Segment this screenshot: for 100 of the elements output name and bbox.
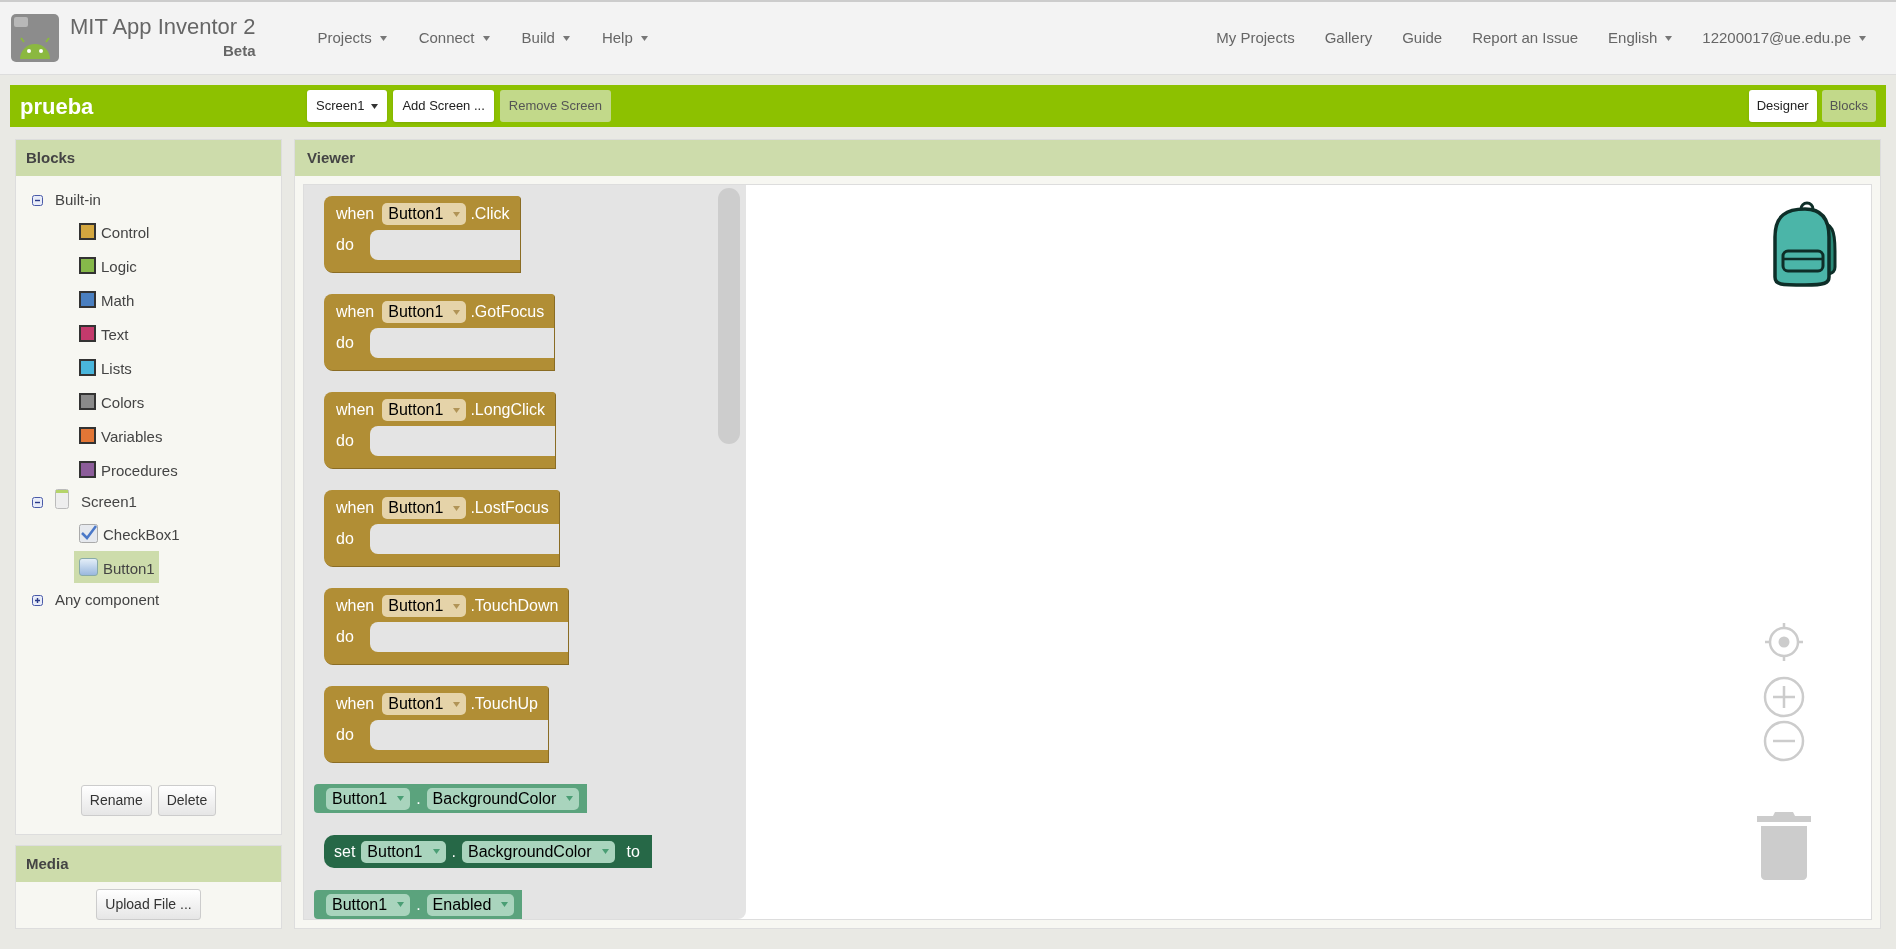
setter-block[interactable]: set Button1 . BackgroundColor to <box>324 835 652 868</box>
caret-icon <box>566 796 574 801</box>
tree-item[interactable]: Button1 <box>74 551 159 583</box>
tree-item[interactable]: Any component <box>55 588 160 612</box>
tree-label: Text <box>101 324 129 345</box>
tree-item[interactable]: Control <box>74 215 154 247</box>
component-dropdown[interactable]: Button1 <box>382 595 467 617</box>
app-subtitle: Beta <box>222 40 256 61</box>
caret-icon <box>482 35 490 41</box>
nav-link[interactable]: My Projects <box>1216 26 1295 50</box>
tree-label: Logic <box>101 256 137 277</box>
menu-button[interactable]: Build <box>521 26 570 50</box>
block-keyword: do <box>335 627 355 647</box>
tree-label: Colors <box>101 392 145 413</box>
caret-icon <box>640 35 648 41</box>
event-block[interactable]: when Button1 .GotFocus do <box>324 294 555 370</box>
block-keyword: when <box>336 498 375 518</box>
collapse-icon[interactable] <box>32 194 43 206</box>
component-dropdown[interactable]: BackgroundColor <box>426 787 580 810</box>
tree-label: Control <box>101 222 150 243</box>
caret-icon <box>453 701 461 707</box>
tree-item[interactable]: Variables <box>74 419 167 451</box>
tree-item[interactable]: Logic <box>74 249 141 281</box>
screen-icon <box>55 489 69 509</box>
tree-item[interactable]: Text <box>74 317 133 349</box>
event-name: .LostFocus <box>470 498 549 518</box>
caret-icon <box>379 35 387 41</box>
caret-icon <box>1859 35 1866 41</box>
block-keyword: when <box>336 302 375 322</box>
trash-icon[interactable] <box>1757 810 1811 880</box>
tree-item[interactable]: Screen1 <box>81 490 137 514</box>
checkbox-icon <box>79 523 98 543</box>
caret-icon <box>453 603 461 609</box>
tree-item[interactable]: Colors <box>74 385 149 417</box>
menu-button[interactable]: Projects <box>317 26 387 50</box>
block-keyword: set <box>334 841 356 862</box>
event-block[interactable]: when Button1 .LongClick do <box>324 392 556 468</box>
expand-icon[interactable] <box>32 594 43 606</box>
component-dropdown[interactable]: Enabled <box>426 893 515 916</box>
view-tab[interactable]: Designer <box>1748 90 1817 122</box>
block-keyword: do <box>335 431 355 451</box>
event-block[interactable]: when Button1 .TouchDown do <box>324 588 569 664</box>
app-title: MIT App Inventor 2 <box>70 13 256 40</box>
caret-icon <box>397 796 405 801</box>
panel-button[interactable]: Delete <box>157 785 217 816</box>
zoom-out-icon[interactable] <box>1763 720 1805 762</box>
block-dot: . <box>451 841 456 862</box>
component-dropdown[interactable]: Button1 <box>382 693 467 715</box>
caret-icon <box>453 407 461 413</box>
caret-icon <box>1665 35 1673 41</box>
component-dropdown[interactable]: Button1 <box>382 497 467 519</box>
block-keyword: do <box>335 333 355 353</box>
menu-button[interactable]: Help <box>601 26 648 50</box>
tree-item[interactable]: Math <box>74 283 139 315</box>
component-dropdown[interactable]: Button1 <box>382 203 467 225</box>
panel-title: Media <box>26 853 69 874</box>
component-dropdown[interactable]: Button1 <box>326 787 411 810</box>
recenter-icon[interactable] <box>1763 621 1805 663</box>
screen-button[interactable]: Add Screen ... <box>393 90 494 122</box>
tree-item[interactable]: CheckBox1 <box>74 517 184 549</box>
collapse-icon[interactable] <box>32 496 43 508</box>
caret-icon <box>601 849 609 854</box>
caret-icon <box>453 309 461 315</box>
tree-item[interactable]: Built-in <box>55 188 101 212</box>
panel-title: Viewer <box>307 147 356 168</box>
panel-button[interactable]: Rename <box>80 785 152 816</box>
caret-icon <box>453 211 461 217</box>
menu-button[interactable]: Connect <box>418 26 490 50</box>
project-name: prueba <box>20 92 95 121</box>
tree-item[interactable]: Procedures <box>74 453 182 485</box>
block-keyword: when <box>336 694 375 714</box>
block-keyword: when <box>336 596 375 616</box>
component-dropdown[interactable]: Button1 <box>361 840 446 863</box>
getter-block[interactable]: Button1 . Enabled <box>314 890 523 919</box>
tree-label: Lists <box>101 358 132 379</box>
language-menu[interactable]: English <box>1608 26 1673 50</box>
android-logo-icon <box>10 13 60 63</box>
component-dropdown[interactable]: Button1 <box>382 399 467 421</box>
event-block[interactable]: when Button1 .LostFocus do <box>324 490 559 566</box>
block-dot: . <box>416 894 421 915</box>
account-menu[interactable]: 12200017@ue.edu.pe <box>1702 26 1866 50</box>
component-dropdown[interactable]: Button1 <box>382 301 467 323</box>
caret-icon <box>562 35 570 41</box>
tree-label: Button1 <box>103 558 155 579</box>
event-block[interactable]: when Button1 .Click do <box>324 196 520 272</box>
nav-link[interactable]: Gallery <box>1324 26 1373 50</box>
component-dropdown[interactable]: BackgroundColor <box>461 840 615 863</box>
zoom-in-icon[interactable] <box>1763 676 1805 718</box>
component-dropdown[interactable]: Button1 <box>326 893 411 916</box>
event-name: .Click <box>470 204 510 224</box>
screen-dropdown[interactable]: Screen1 <box>307 90 388 122</box>
block-keyword: to <box>626 841 640 862</box>
nav-link[interactable]: Guide <box>1402 26 1443 50</box>
caret-icon <box>371 103 379 109</box>
tree-item[interactable]: Lists <box>74 351 136 383</box>
view-tab[interactable]: Blocks <box>1821 90 1876 122</box>
nav-link[interactable]: Report an Issue <box>1472 26 1579 50</box>
event-block[interactable]: when Button1 .TouchUp do <box>324 686 548 762</box>
getter-block[interactable]: Button1 . BackgroundColor <box>314 784 588 813</box>
upload-button[interactable]: Upload File ... <box>96 889 201 920</box>
